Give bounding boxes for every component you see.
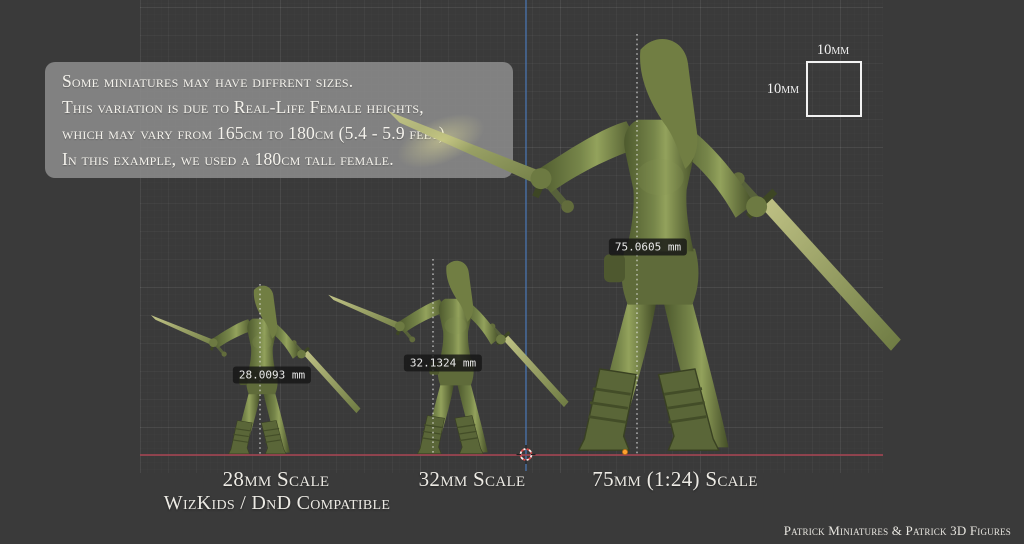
- reference-square-side-label: 10mm: [767, 81, 803, 98]
- measurement-75mm: 75.0605 mm: [609, 239, 687, 256]
- reference-square-top-label: 10mm: [817, 42, 849, 59]
- measurement-32mm: 32.1324 mm: [404, 355, 482, 372]
- caption-wizkids-compatible: WizKids / DnD Compatible: [164, 492, 390, 515]
- measurement-28mm: 28.0093 mm: [233, 367, 311, 384]
- caption-28mm-scale: 28mm Scale: [223, 467, 330, 492]
- object-origin-dot: [622, 449, 627, 454]
- footer-credit: Patrick Miniatures & Patrick 3D Figures: [784, 523, 1011, 539]
- reference-square-10mm: [806, 61, 862, 117]
- viewport-3d[interactable]: Some miniatures may have diffrent sizes.…: [0, 0, 1024, 544]
- caption-75mm-scale: 75mm (1:24) Scale: [592, 467, 757, 492]
- caption-32mm-scale: 32mm Scale: [419, 467, 526, 492]
- miniatures-layer: [0, 0, 1024, 544]
